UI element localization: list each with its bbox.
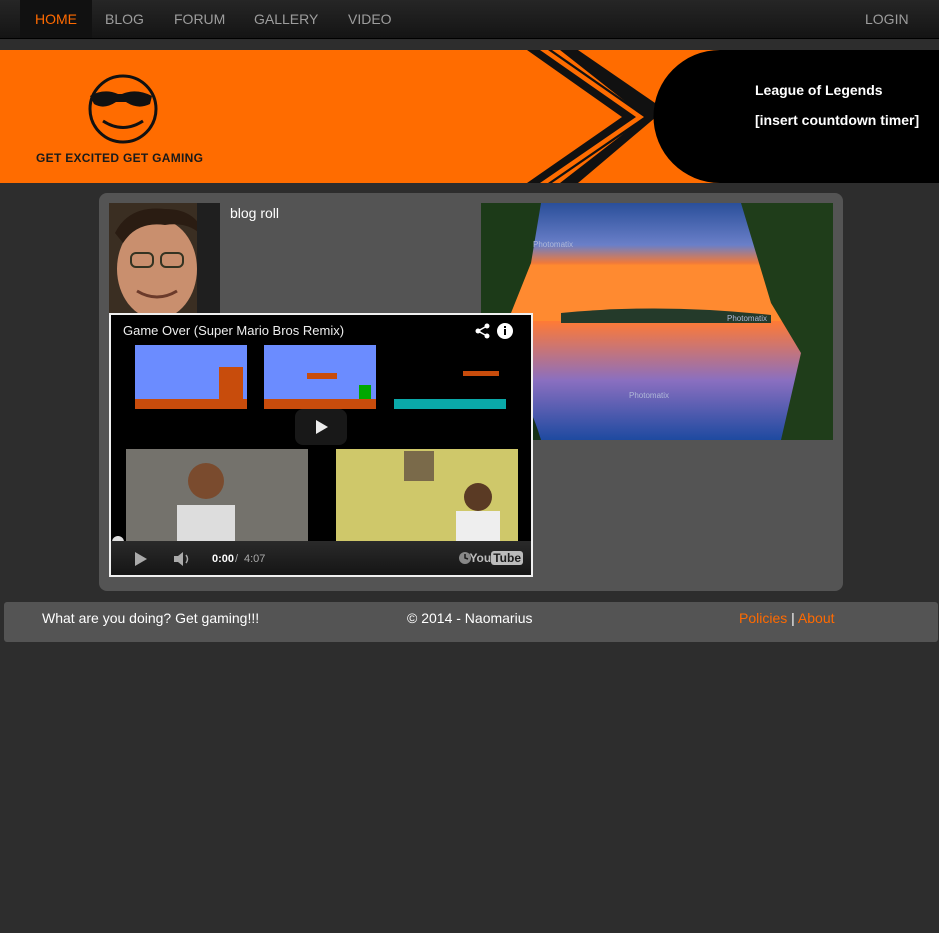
current-time: 0:00: [212, 553, 235, 565]
policies-link[interactable]: Policies: [739, 610, 787, 626]
footer-slogan: What are you doing? Get gaming!!!: [42, 610, 260, 626]
page-footer: What are you doing? Get gaming!!! © 2014…: [4, 602, 938, 642]
youtube-video-player[interactable]: Game Over (Super Mario Bros Remix) 0:00 …: [109, 313, 533, 577]
volume-icon[interactable]: [171, 549, 195, 569]
watermark: Photomatix: [727, 314, 767, 323]
video-duration: 4:07: [244, 553, 266, 565]
nav-video[interactable]: VIDEO: [333, 0, 407, 38]
youtube-logo[interactable]: You Tube: [469, 551, 523, 565]
site-tagline: GET EXCITED GET GAMING: [36, 151, 204, 165]
share-icon[interactable]: [475, 323, 490, 339]
lake-sunset-photo: Photomatix Photomatix Photomatix: [481, 203, 833, 440]
video-actions: [475, 323, 513, 339]
footer-link-divider: |: [791, 610, 795, 626]
nav-gallery[interactable]: GALLERY: [239, 0, 333, 38]
youtube-logo-you: You: [469, 551, 492, 565]
video-title: Game Over (Super Mario Bros Remix): [123, 323, 345, 338]
watermark: Photomatix: [533, 240, 573, 249]
countdown-timer: [insert countdown timer]: [755, 112, 920, 128]
play-control-icon[interactable]: [131, 549, 155, 569]
blogger-avatar: [109, 203, 220, 315]
nav-blog[interactable]: BLOG: [90, 0, 159, 38]
nav-login[interactable]: LOGIN: [850, 0, 924, 38]
info-icon[interactable]: [497, 323, 513, 339]
nav-home[interactable]: HOME: [20, 0, 92, 38]
time-separator: /: [235, 553, 239, 565]
nav-forum[interactable]: FORUM: [159, 0, 240, 38]
logo-face-icon: [88, 74, 158, 144]
content-panel: blog roll Photomatix Photomatix Photomat…: [99, 193, 843, 591]
youtube-logo-tube: Tube: [491, 551, 523, 565]
top-navbar: HOME BLOG FORUM GALLERY VIDEO LOGIN: [0, 0, 939, 39]
game-title: League of Legends: [755, 82, 883, 98]
play-icon: [316, 420, 328, 434]
chevron-arrow-icon: [527, 50, 658, 183]
footer-links: Policies | About: [739, 610, 835, 626]
video-controls: 0:00 / 4:07 You Tube: [111, 541, 531, 575]
about-link[interactable]: About: [798, 610, 835, 626]
footer-copyright: © 2014 - Naomarius: [407, 610, 533, 626]
watermark: Photomatix: [629, 391, 669, 400]
header-banner: GET EXCITED GET GAMING League of Legends…: [0, 50, 939, 183]
play-button[interactable]: [295, 409, 347, 445]
blogroll-heading: blog roll: [230, 205, 280, 221]
